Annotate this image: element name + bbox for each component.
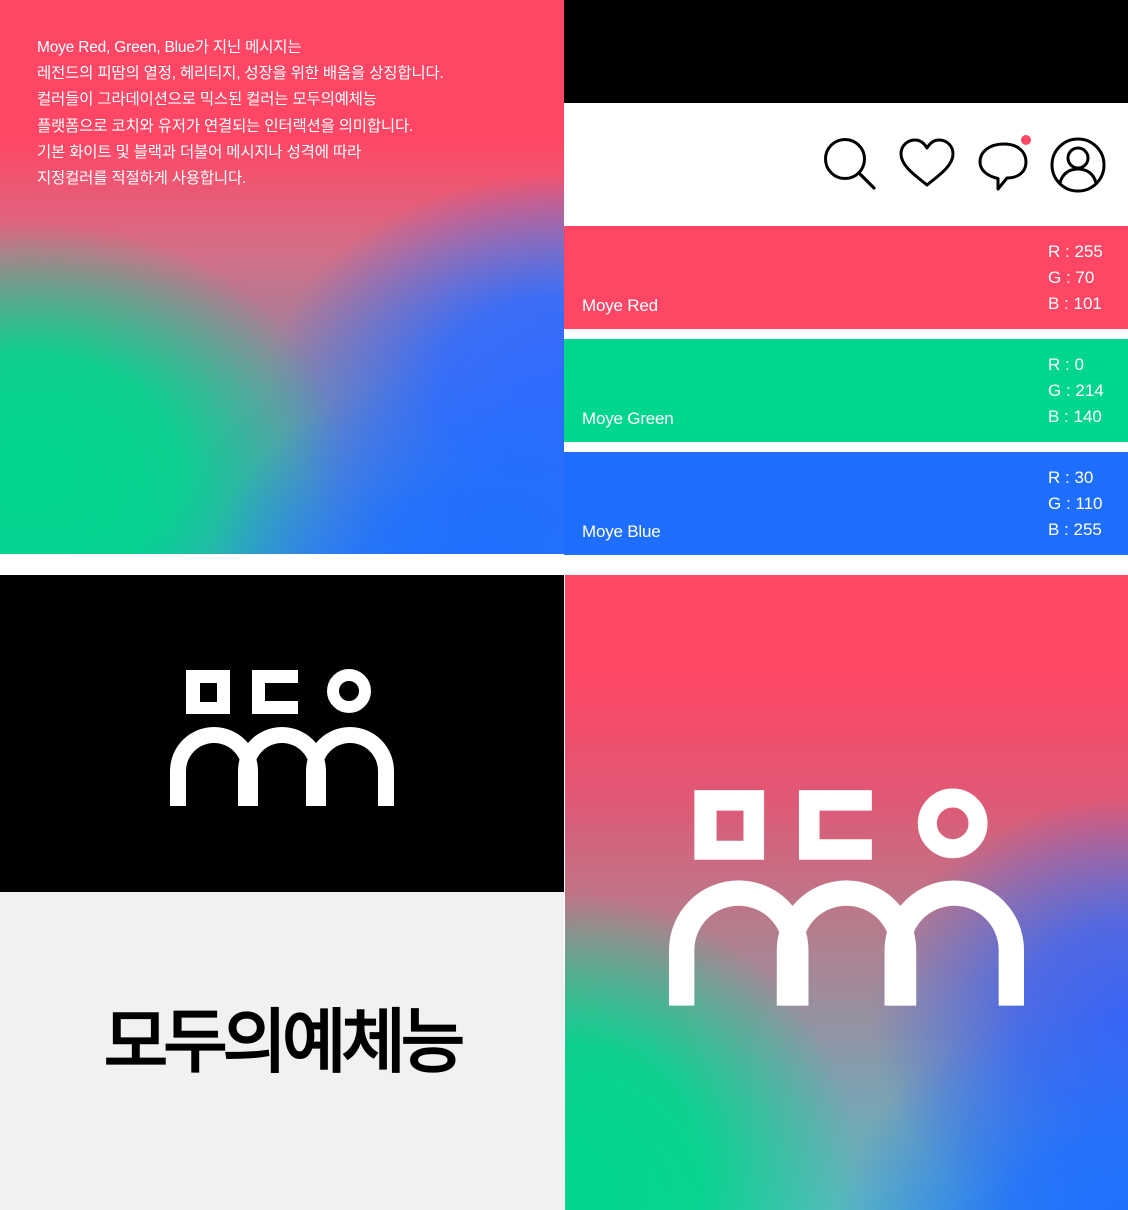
heart-icon[interactable] [897, 135, 957, 195]
wordmark-panel: 모두의예체능 [0, 892, 564, 1210]
message-line: 레전드의 피땀의 열정, 헤리티지, 성장을 위한 배움을 상징합니다. [37, 65, 444, 83]
brand-wordmark: 모두의예체능 [103, 1001, 465, 1083]
gradient-panel: Moye Red, Green, Blue가 지닌 메시지는 레전드의 피땀의 … [0, 0, 564, 554]
rgb-b: B : 101 [1048, 294, 1102, 313]
icon-bar [564, 103, 1128, 226]
message-line: 지정컬러를 적절하게 사용합니다. [37, 170, 247, 188]
search-icon[interactable] [821, 135, 881, 195]
swatch-name: Moye Blue [582, 522, 661, 541]
logo-gradient-panel [565, 575, 1128, 1210]
swatch-name: Moye Green [582, 409, 674, 428]
message-line: 컬러들이 그라데이션으로 믹스된 컬러는 모두의예체능 [37, 91, 377, 109]
message-line: Moye Red, Green, Blue가 지닌 메시지는 [37, 39, 302, 56]
user-icon[interactable] [1048, 135, 1108, 195]
message-line: 플랫폼으로 코치와 유저가 연결되는 인터랙션을 의미합니다. [37, 117, 414, 135]
message-line: 기본 화이트 및 블랙과 더불어 메시지나 성격에 따라 [37, 143, 362, 161]
moye-logo-mark [170, 669, 394, 806]
logo-black-panel [0, 575, 564, 892]
rgb-g: G : 214 [1048, 381, 1104, 400]
notification-dot [1021, 135, 1031, 145]
swatch-name: Moye Red [582, 296, 658, 315]
rgb-g: G : 110 [1048, 494, 1103, 513]
rgb-r: R : 255 [1048, 242, 1103, 261]
swatch-rgb-values: R : 255 G : 70 B : 101 [1048, 239, 1103, 317]
rgb-b: B : 140 [1048, 407, 1102, 426]
chat-icon[interactable] [974, 135, 1034, 195]
rgb-g: G : 70 [1048, 268, 1095, 287]
black-color-bar [564, 0, 1128, 103]
rgb-r: R : 0 [1048, 355, 1084, 374]
color-message-text: Moye Red, Green, Blue가 지닌 메시지는 레전드의 피땀의 … [37, 35, 537, 192]
swatch-moye-red: Moye Red R : 255 G : 70 B : 101 [564, 226, 1128, 329]
rgb-b: B : 255 [1048, 520, 1102, 539]
swatch-moye-blue: Moye Blue R : 30 G : 110 B : 255 [564, 452, 1128, 555]
swatch-rgb-values: R : 0 G : 214 B : 140 [1048, 352, 1104, 430]
swatch-rgb-values: R : 30 G : 110 B : 255 [1048, 465, 1103, 543]
swatch-moye-green: Moye Green R : 0 G : 214 B : 140 [564, 339, 1128, 442]
moye-logo-mark [669, 788, 1024, 1006]
rgb-r: R : 30 [1048, 468, 1094, 487]
